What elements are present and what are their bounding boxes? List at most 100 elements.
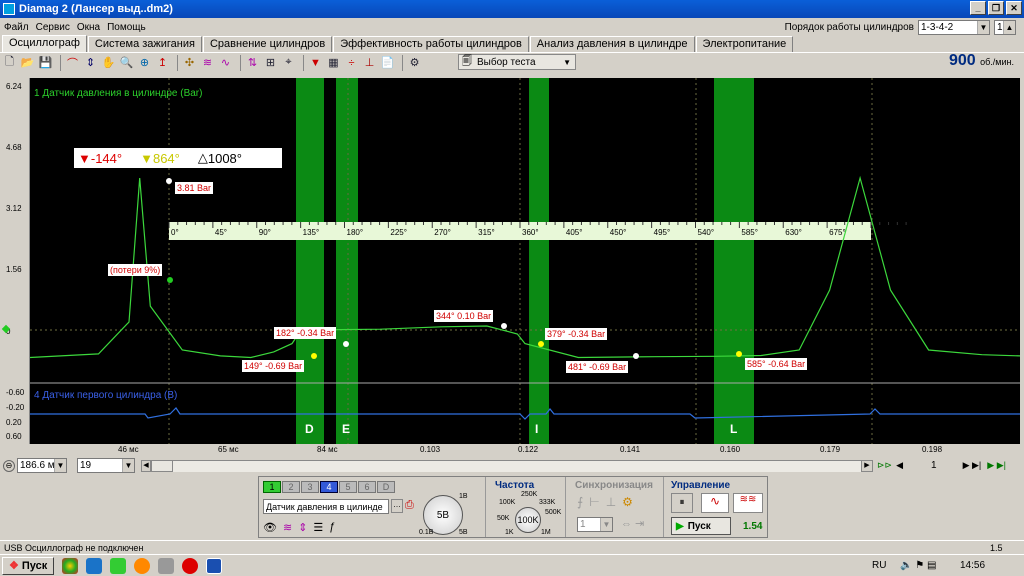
spectrum-icon[interactable]: ∿ <box>218 55 233 70</box>
angle-tick: 135° <box>303 228 320 237</box>
sync-level-icon[interactable]: ⊢ <box>589 495 599 509</box>
channel-filter-icon[interactable]: ▼ <box>308 55 323 70</box>
data-point[interactable] <box>343 341 349 347</box>
open-folder-icon[interactable]: 📂 <box>20 55 35 70</box>
channel-select[interactable]: 19 ▼ <box>77 458 135 473</box>
menu-windows[interactable]: Окна <box>77 22 100 33</box>
maximize-button[interactable]: ❐ <box>988 1 1004 15</box>
trigger-icon[interactable]: ⌖ <box>281 55 296 70</box>
noise-button[interactable]: ≋≋ <box>733 493 763 513</box>
sync-arrow-icon[interactable]: ⇔ ⇥ <box>621 517 644 530</box>
sync-auto-icon[interactable]: ⚙ <box>622 495 633 509</box>
scroll-thumb[interactable] <box>151 459 173 472</box>
measure-icon[interactable]: ⇕ <box>83 55 98 70</box>
data-point[interactable] <box>538 341 544 347</box>
tab-oscilloscope[interactable]: Осциллограф <box>2 35 87 52</box>
app-icon-gray[interactable] <box>158 557 175 574</box>
zoom-icon[interactable]: 🔍 <box>119 55 134 70</box>
pause-button[interactable]: ⏸ <box>671 493 693 513</box>
test-select[interactable]: 🗐 Выбор теста ▼ <box>458 54 576 70</box>
point-label: 379° -0.34 Bar <box>545 328 608 340</box>
data-point[interactable] <box>166 178 172 184</box>
nav-prev-icon[interactable]: ◀ <box>896 460 903 471</box>
list-icon[interactable]: ☰ <box>313 521 323 534</box>
channel-button-4[interactable]: 4 <box>320 481 338 493</box>
tab-pressure-analysis[interactable]: Анализ давления в цилиндре <box>529 36 695 52</box>
channel-button-5[interactable]: 5 <box>339 481 357 493</box>
phase-bar-d <box>296 78 324 444</box>
hand-icon[interactable]: ✋ <box>101 55 116 70</box>
wave-icon[interactable]: ≋ <box>200 55 215 70</box>
invert-icon[interactable]: ⇕ <box>298 521 307 534</box>
menu-help[interactable]: Помощь <box>107 22 146 33</box>
explorer-icon[interactable] <box>86 557 103 574</box>
align-icon[interactable]: ⊥ <box>362 55 377 70</box>
test-select-value: Выбор теста <box>477 56 536 68</box>
sync-rise-icon[interactable]: ⨍ <box>577 495 583 509</box>
tab-power-supply[interactable]: Электропитание <box>695 36 794 52</box>
minimize-button[interactable]: _ <box>970 1 986 15</box>
channel-button-6[interactable]: 6 <box>358 481 376 493</box>
start-button-os[interactable]: ❖ Пуск <box>2 556 55 575</box>
tab-cylinder-efficiency[interactable]: Эффективность работы цилиндров <box>333 36 529 52</box>
sensor-select[interactable]: Датчик давления в цилинде <box>263 499 389 514</box>
angle-tick: 315° <box>478 228 495 237</box>
table-icon[interactable]: ▦ <box>326 55 341 70</box>
new-file-icon[interactable]: 🗋 <box>2 55 17 70</box>
filter-icon[interactable]: ✣ <box>182 55 197 70</box>
data-point[interactable] <box>311 353 317 359</box>
title-bar: Diamag 2 (Лансер выд..dm2) _ ❐ ✕ <box>0 0 1024 18</box>
firefox-icon[interactable] <box>134 557 151 574</box>
save-icon[interactable]: 💾 <box>38 55 53 70</box>
report-icon[interactable]: 📄 <box>380 55 395 70</box>
data-point[interactable] <box>736 351 742 357</box>
eye-icon[interactable]: 👁 <box>263 521 277 534</box>
data-point[interactable] <box>501 323 507 329</box>
chrome-icon[interactable] <box>62 557 79 574</box>
close-button[interactable]: ✕ <box>1006 1 1022 15</box>
language-indicator[interactable]: RU <box>872 560 886 571</box>
settings-icon[interactable]: ⚙ <box>407 55 422 70</box>
cylinder-order-select[interactable]: 1-3-4-2 ▼ <box>918 19 990 35</box>
oscilloscope-plot[interactable]: 0° 45° 90° 135° 180° 225° 270° 315° 360° 405° 450°… <box>30 78 1020 444</box>
app-icon-green[interactable] <box>110 557 127 574</box>
sync-channel-select[interactable]: 1 ▼ <box>577 517 613 532</box>
scroll-track[interactable] <box>173 459 861 472</box>
freq-mark: 50K <box>497 515 510 522</box>
tray-icons: 🔈 ⚑ ▤ <box>900 560 937 571</box>
sync-step-icon[interactable]: ⊥ <box>606 495 616 509</box>
grid-icon[interactable]: ⊞ <box>263 55 278 70</box>
function-icon[interactable]: ƒ <box>329 521 335 534</box>
cylinder-select[interactable]: 1 ▲ <box>994 19 1016 35</box>
freq-mark: 1K <box>505 529 514 536</box>
nav-next-icon[interactable]: ▶ ▶| <box>963 460 982 471</box>
channel-button-1[interactable]: 1 <box>263 481 281 493</box>
more-button[interactable]: … <box>391 499 403 513</box>
zoom-region-icon[interactable]: ⊕ <box>137 55 152 70</box>
data-point[interactable] <box>633 353 639 359</box>
frequency-knob[interactable]: 100K <box>515 507 541 533</box>
channel-button-3[interactable]: 3 <box>301 481 319 493</box>
channel-button-2[interactable]: 2 <box>282 481 300 493</box>
compare-icon[interactable]: ⇅ <box>245 55 260 70</box>
diamag-icon[interactable] <box>206 557 223 574</box>
marker-icon[interactable]: ↥ <box>155 55 170 70</box>
nav-first-icon[interactable]: ⊳⊳ <box>877 460 892 471</box>
split-icon[interactable]: ÷ <box>344 55 359 70</box>
data-point[interactable] <box>167 277 173 283</box>
menu-service[interactable]: Сервис <box>36 22 70 33</box>
opera-icon[interactable] <box>182 557 199 574</box>
tab-ignition[interactable]: Система зажигания <box>87 36 202 52</box>
channel-button-d[interactable]: D <box>377 481 395 493</box>
timebase-select[interactable]: 186.6 мс ▼ <box>17 458 67 473</box>
play-icon[interactable]: ▶ ▶| <box>987 460 1006 471</box>
wave-icon[interactable]: ≋ <box>283 521 292 534</box>
menu-file[interactable]: Файл <box>4 22 29 33</box>
sensor-icon[interactable]: ⎙ <box>405 499 414 512</box>
scroll-left-icon[interactable]: ◀ <box>141 459 151 472</box>
tab-cylinder-compare[interactable]: Сравнение цилиндров <box>202 36 333 52</box>
start-button[interactable]: ▶ Пуск <box>671 517 731 535</box>
sine-button[interactable]: ∿ <box>701 493 729 513</box>
cursor-icon[interactable]: ⌒ <box>65 55 80 70</box>
scroll-right-icon[interactable]: ▶ <box>861 459 873 472</box>
